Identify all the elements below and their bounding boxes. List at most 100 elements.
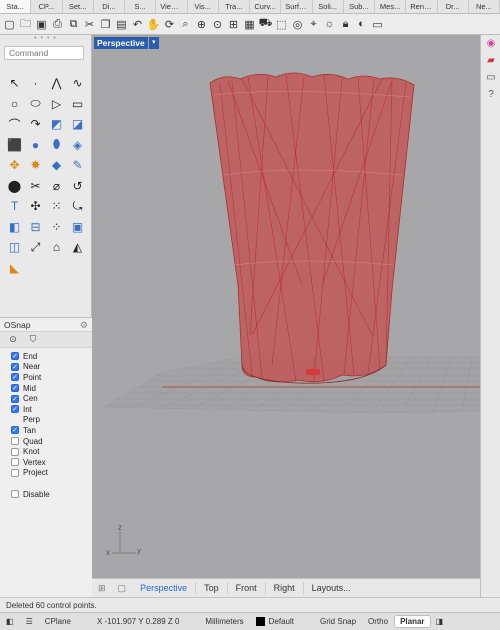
edit-icon[interactable]: ✎ (67, 155, 88, 176)
osnap-project[interactable]: Project (0, 468, 92, 479)
circle-icon[interactable]: ○ (4, 94, 25, 115)
display-icon[interactable]: ▭ (481, 69, 500, 86)
sphere-icon[interactable]: ● (25, 135, 46, 156)
panel-toggle-icon[interactable]: ◨ (434, 617, 446, 626)
text-icon[interactable]: T (4, 196, 25, 217)
paint-icon[interactable]: ◣ (4, 258, 25, 279)
osnap-vertex[interactable]: Vertex (0, 457, 92, 468)
units-label[interactable]: Millimeters (185, 617, 249, 626)
explode-icon[interactable]: ✸ (25, 155, 46, 176)
snap-settings-icon[interactable]: ⊙ (6, 334, 20, 345)
transform-icon[interactable]: ✥ (4, 155, 25, 176)
light-bulb-icon[interactable]: ☼ (322, 16, 337, 33)
viewport-layout-icon[interactable]: ⊞ (226, 16, 241, 33)
solid-tools-icon[interactable]: ◈ (67, 135, 88, 156)
tab-top[interactable]: Top (196, 581, 228, 595)
mesh-icon[interactable]: ◆ (46, 155, 67, 176)
scale-icon[interactable]: ⤢ (25, 237, 46, 258)
grid-icon[interactable]: ▦ (242, 16, 257, 33)
rebuild-icon[interactable]: ↺ (67, 176, 88, 197)
tab-layouts[interactable]: Layouts... (304, 582, 359, 595)
tab-new-in-v7[interactable]: Ne... (469, 0, 500, 13)
tab-select[interactable]: S... (125, 0, 157, 13)
osnap-mid[interactable]: ✓ Mid (0, 383, 92, 394)
layer-indicator[interactable]: Default (250, 617, 300, 627)
panel-grip[interactable]: • • • • (0, 35, 91, 43)
point-icon[interactable]: · (25, 73, 46, 94)
pan-hand-icon[interactable]: ✋ (146, 16, 161, 33)
checkbox-unchecked-icon[interactable] (11, 468, 19, 477)
tab-right[interactable]: Right (266, 581, 304, 595)
tab-perspective[interactable]: Perspective (132, 581, 197, 595)
analyze-icon[interactable]: ▣ (67, 217, 88, 238)
polyline-icon[interactable]: ⋀ (46, 73, 67, 94)
gumball-icon[interactable]: ⌂ (46, 237, 67, 258)
rectangle-icon[interactable]: ▭ (67, 94, 88, 115)
osnap-point[interactable]: ✓ Point (0, 372, 92, 383)
perspective-viewport[interactable]: Perspective ▾ z x y (92, 35, 480, 578)
vase-object[interactable] (209, 72, 415, 384)
rotate-view-icon[interactable]: ⟳ (162, 16, 177, 33)
filter-icon[interactable]: ⛉ (26, 334, 40, 345)
tab-set-view[interactable]: Set... (63, 0, 94, 13)
layers-icon[interactable]: ▰ (481, 52, 500, 69)
tab-front[interactable]: Front (228, 581, 266, 595)
tab-render-tools[interactable]: Rend... (406, 0, 438, 13)
osnap-int[interactable]: ✓ Int (0, 404, 92, 415)
rotate-icon[interactable]: ⤿ (67, 196, 88, 217)
tab-transform[interactable]: Tra... (219, 0, 250, 13)
select-arrow-icon[interactable]: ↖ (4, 73, 25, 94)
zoom-window-icon[interactable]: ⌕ (178, 16, 193, 33)
print-icon[interactable]: ⎙ (50, 16, 65, 33)
osnap-disable[interactable]: Disable (0, 489, 92, 500)
boolean-icon[interactable]: ⬤ (4, 176, 25, 197)
tab-mesh-tools[interactable]: Mes... (375, 0, 407, 13)
render-icon[interactable]: ◫ (4, 237, 25, 258)
osnap-perp[interactable]: Perp (0, 415, 92, 426)
zoom-extents-icon[interactable]: ⊕ (194, 16, 209, 33)
tab-visibility[interactable]: Vis... (188, 0, 219, 13)
ellipse-icon[interactable]: ⬭ (25, 94, 46, 115)
points-grid-icon[interactable]: ⁘ (46, 217, 67, 238)
undo-icon[interactable]: ↶ (130, 16, 145, 33)
command-input[interactable] (4, 46, 84, 60)
help-icon[interactable]: ? (481, 86, 500, 103)
curve-icon[interactable]: ∿ (67, 73, 88, 94)
fillet-curve-icon[interactable]: ⌒ (4, 114, 25, 135)
import-icon[interactable]: ⧉ (66, 16, 81, 33)
tab-cplanes[interactable]: CP... (31, 0, 63, 13)
checkbox-checked-icon[interactable]: ✓ (11, 373, 19, 382)
color-icon[interactable]: ◐ (354, 16, 369, 33)
tab-curve-tools[interactable]: Curv... (250, 0, 282, 13)
layout-icon[interactable]: ◧ (0, 617, 20, 626)
checkbox-unchecked-icon[interactable] (11, 490, 19, 499)
polygon-icon[interactable]: ▷ (46, 94, 67, 115)
viewport-name[interactable]: Perspective (94, 37, 148, 49)
tab-drafting[interactable]: Dr... (438, 0, 469, 13)
tab-display[interactable]: Di... (94, 0, 125, 13)
checkbox-unchecked-icon[interactable] (11, 447, 19, 456)
color-wheel-icon[interactable]: ◉ (481, 35, 500, 52)
gear-icon[interactable]: ⚙ (80, 318, 88, 332)
dimension-icon[interactable]: ⊟ (25, 217, 46, 238)
tab-viewport-layout[interactable]: Viewp... (156, 0, 188, 13)
trim-icon[interactable]: ✂ (25, 176, 46, 197)
checkbox-checked-icon[interactable]: ✓ (11, 426, 19, 435)
surface-icon[interactable]: ◩ (46, 114, 67, 135)
join-icon[interactable]: ⌀ (46, 176, 67, 197)
drape-icon[interactable]: ◭ (67, 237, 88, 258)
move-icon[interactable]: ✣ (25, 196, 46, 217)
checkbox-checked-icon[interactable]: ✓ (11, 384, 19, 393)
planar-toggle[interactable]: Planar (394, 615, 431, 628)
ortho-toggle[interactable]: Ortho (362, 617, 394, 626)
copy-icon[interactable]: ❐ (98, 16, 113, 33)
osnap-end[interactable]: ✓ End (0, 351, 92, 362)
grid-snap-toggle[interactable]: Grid Snap (300, 617, 362, 626)
car-icon[interactable]: ⛟ (258, 16, 273, 33)
four-viewports-icon[interactable]: ⊞ (92, 583, 112, 594)
new-file-icon[interactable]: ▢ (2, 16, 17, 33)
cplane-label[interactable]: CPlane (39, 617, 77, 626)
zoom-selected-icon[interactable]: ⊙ (210, 16, 225, 33)
open-folder-icon[interactable]: 🗀 (18, 16, 33, 33)
extrude-surface-icon[interactable]: ◪ (67, 114, 88, 135)
